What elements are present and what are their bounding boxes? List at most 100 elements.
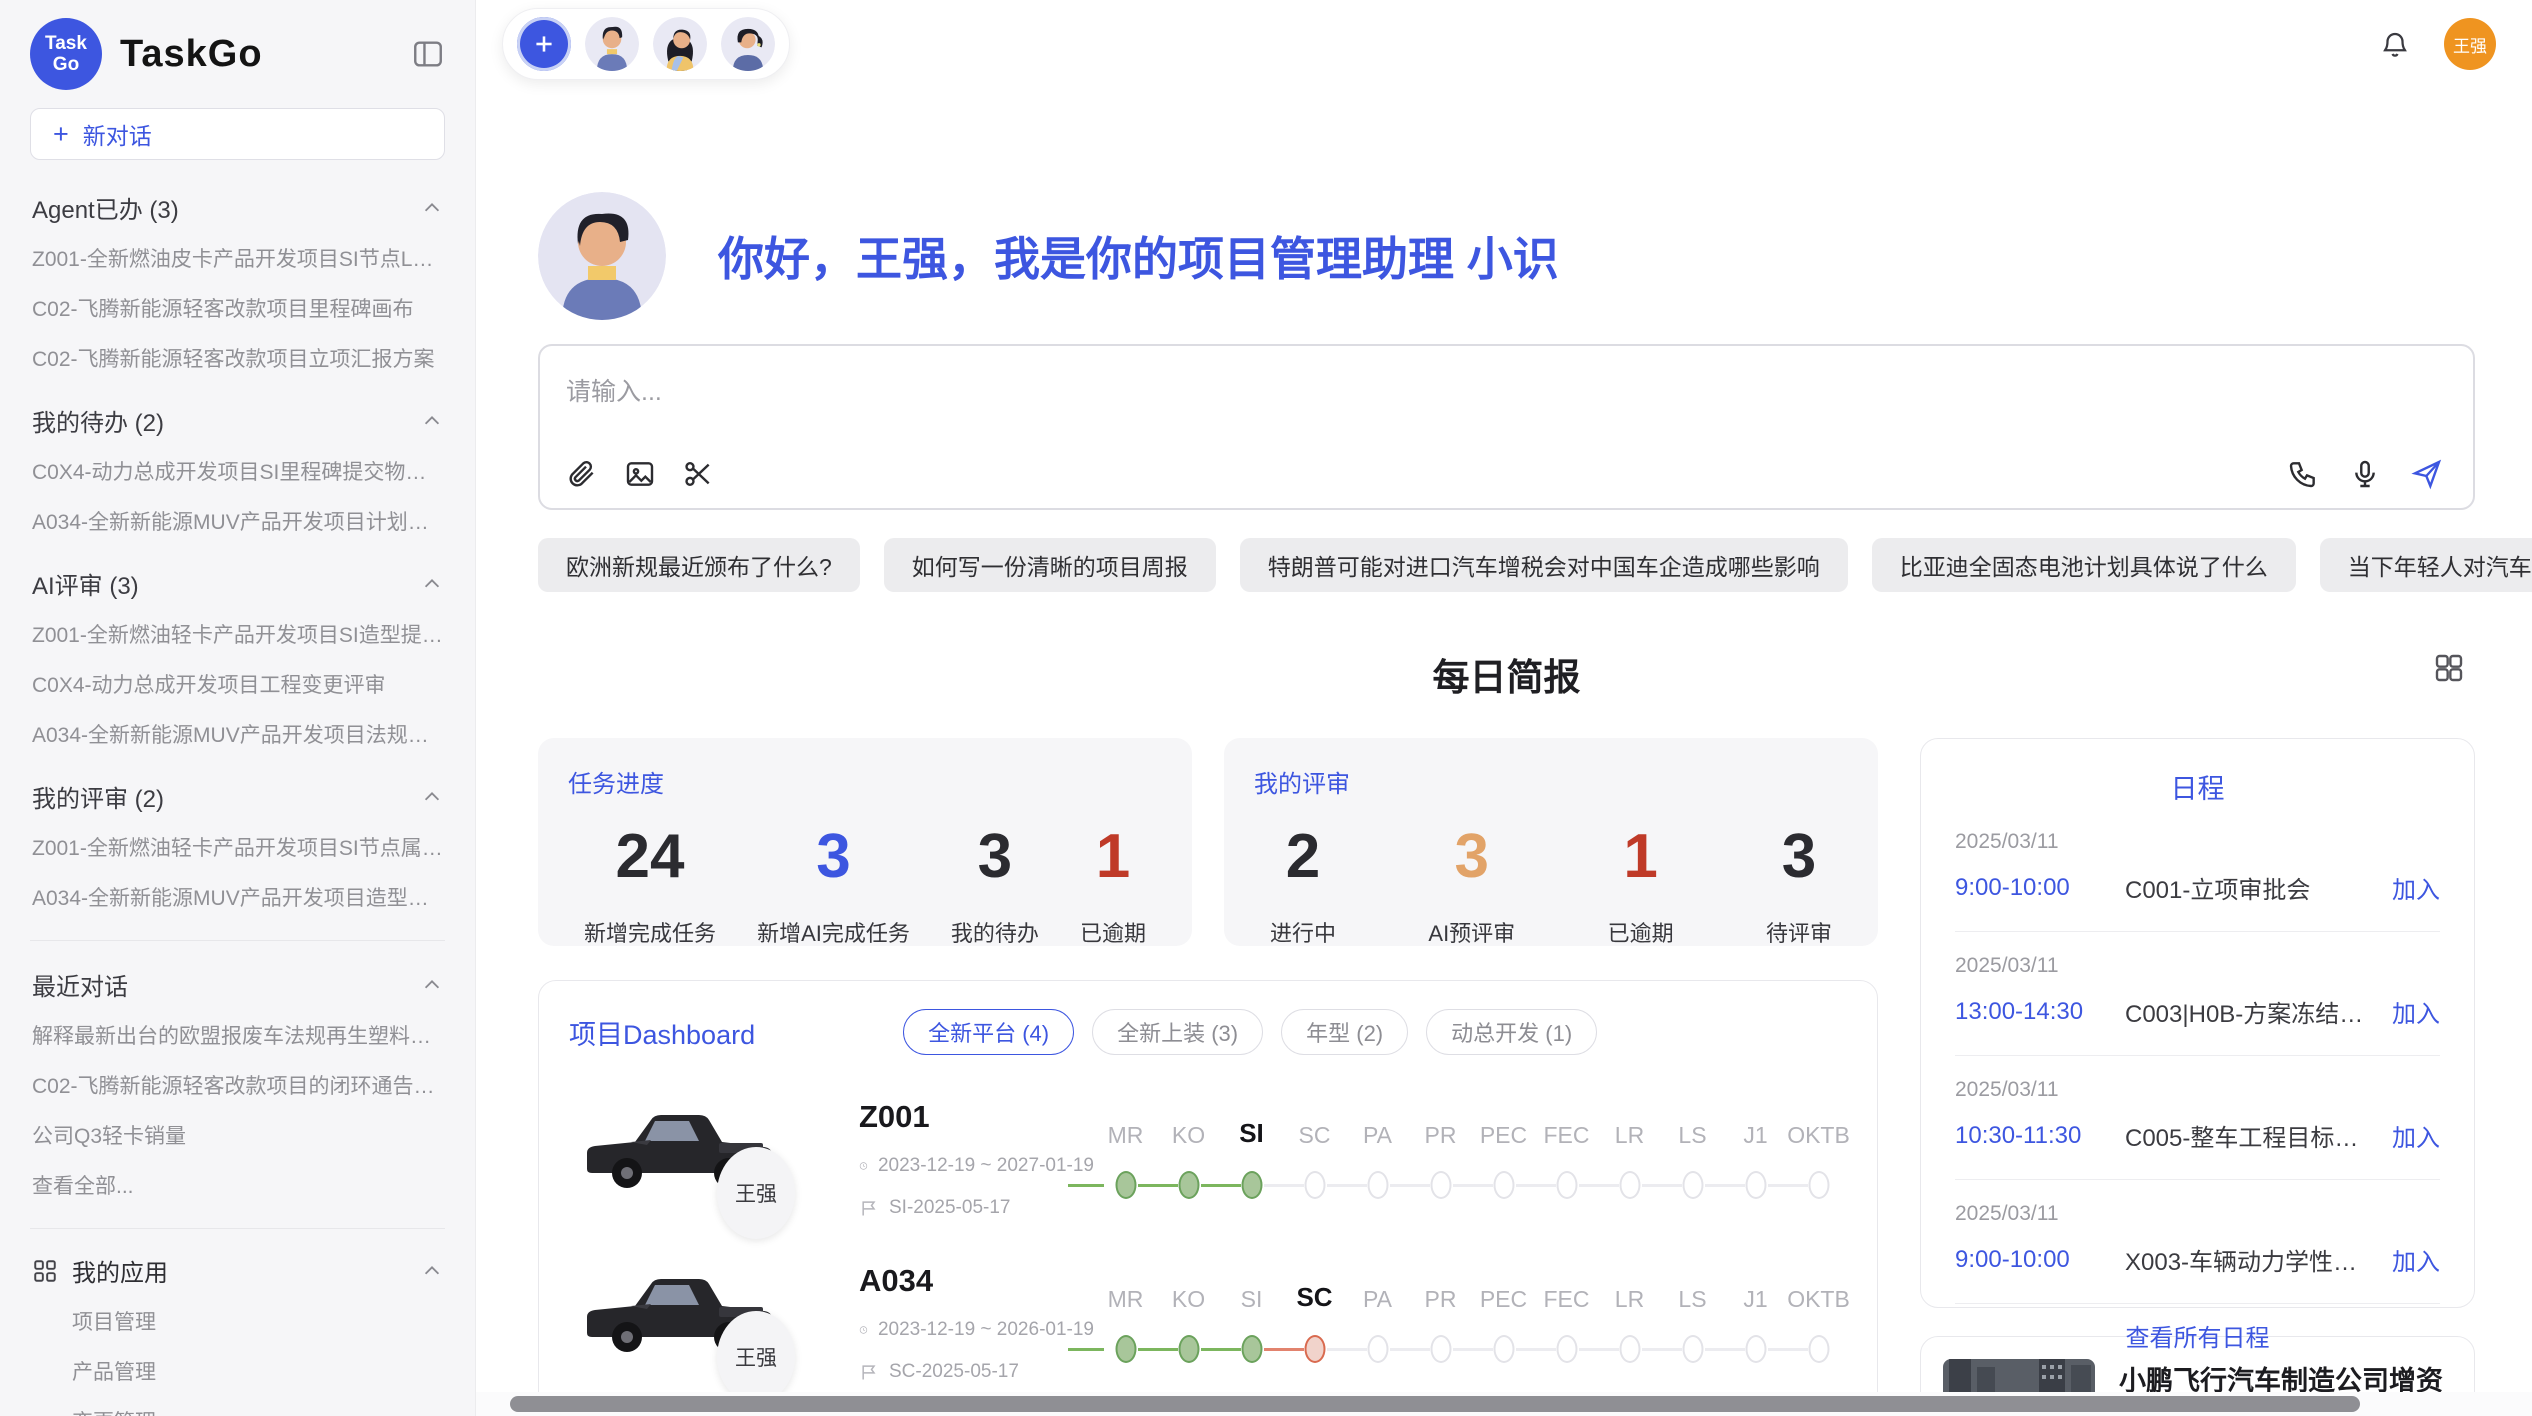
- sidebar-item[interactable]: A034-全新新能源MUV产品开发项目造型可行性评审: [30, 872, 445, 922]
- horizontal-scrollbar-track[interactable]: [476, 1392, 2532, 1416]
- project-info: A034 2023-12-19 ~ 2026-01-19 SC-2025-05-…: [859, 1261, 1094, 1383]
- clock-icon: [859, 1320, 868, 1340]
- milestone-label: SC: [1296, 1277, 1332, 1313]
- tab-all-new-platform[interactable]: 全新平台 (4): [903, 1009, 1074, 1055]
- phone-icon[interactable]: [2287, 458, 2319, 490]
- stat-label: 新增AI完成任务: [757, 916, 910, 948]
- section-title: Agent已办 (3): [32, 190, 179, 225]
- suggestion-chip[interactable]: 特朗普可能对进口汽车增税会对中国车企造成哪些影响: [1240, 538, 1848, 592]
- suggestion-chip[interactable]: 当下年轻人对汽车外观有怎样的喜好趋势: [2320, 538, 2532, 592]
- sidebar-collapse-icon[interactable]: [411, 37, 445, 71]
- topbar: 王强: [476, 0, 2532, 80]
- milestone-connector: [1516, 1348, 1556, 1351]
- agent-avatar-3[interactable]: [721, 17, 775, 71]
- tab-model-year[interactable]: 年型 (2): [1281, 1009, 1408, 1055]
- sidebar-item[interactable]: C0X4-动力总成开发项目SI里程碑提交物检查: [30, 446, 445, 496]
- section-my-todo[interactable]: 我的待办 (2): [30, 383, 445, 446]
- milestone-label: J1: [1743, 1277, 1767, 1313]
- milestone-label: SC: [1299, 1113, 1331, 1149]
- suggestion-chip[interactable]: 欧洲新规最近颁布了什么?: [538, 538, 860, 592]
- recent-chat-item[interactable]: 解释最新出台的欧盟报废车法规再生塑料比例被调至15%...: [30, 1010, 445, 1060]
- sidebar-item[interactable]: Z001-全新燃油轻卡产品开发项目SI节点属性5D文件评审: [30, 822, 445, 872]
- chevron-up-icon: [421, 786, 443, 808]
- layout-grid-icon[interactable]: [2433, 652, 2465, 684]
- milestone-connector: [1390, 1348, 1430, 1351]
- sidebar-item[interactable]: Z001-全新燃油轻卡产品开发项目SI造型提交物评审: [30, 609, 445, 659]
- new-chat-button[interactable]: + 新对话: [30, 108, 445, 160]
- milestone-dot: [1115, 1335, 1136, 1363]
- recent-chat-item[interactable]: C02-飞腾新能源轻客改款项目的闭环通告反馈情况: [30, 1060, 445, 1110]
- project-dates: 2023-12-19 ~ 2027-01-19: [859, 1155, 1094, 1177]
- project-row[interactable]: 王强 A034 2023-12-19 ~ 2026-01-19 SC-2025-…: [569, 1261, 1847, 1383]
- agent-avatar-2[interactable]: [653, 17, 707, 71]
- card-title: 任务进度: [568, 764, 1162, 799]
- microphone-icon[interactable]: [2349, 458, 2381, 490]
- join-link[interactable]: 加入: [2392, 994, 2440, 1029]
- recent-chat-item[interactable]: 公司Q3轻卡销量: [30, 1110, 445, 1160]
- join-link[interactable]: 加入: [2392, 870, 2440, 905]
- project-flag-text: SC-2025-05-17: [889, 1361, 1019, 1383]
- project-filter-tabs: 全新平台 (4) 全新上装 (3) 年型 (2) 动总开发 (1): [903, 1009, 1597, 1055]
- sidebar-item[interactable]: C02-飞腾新能源轻客改款项目立项汇报方案: [30, 333, 445, 383]
- app-item-product-mgmt[interactable]: 产品管理: [30, 1346, 445, 1396]
- project-dashboard-card: 项目Dashboard 全新平台 (4) 全新上装 (3) 年型 (2) 动总开…: [538, 980, 1878, 1416]
- section-agent-done[interactable]: Agent已办 (3): [30, 170, 445, 233]
- project-date-range: 2023-12-19 ~ 2026-01-19: [878, 1319, 1094, 1341]
- section-my-apps[interactable]: 我的应用: [30, 1235, 445, 1296]
- milestone-dot: [1430, 1335, 1451, 1363]
- app-item-project-mgmt[interactable]: 项目管理: [30, 1296, 445, 1346]
- milestone-label: LS: [1678, 1277, 1706, 1313]
- dashboard-columns: 任务进度 24 新增完成任务 3 新增AI完成任务 3: [538, 738, 2475, 1416]
- section-title: AI评审 (3): [32, 566, 139, 601]
- clock-icon: [859, 1156, 868, 1176]
- milestone-dot: [1241, 1171, 1262, 1199]
- send-icon[interactable]: [2411, 458, 2443, 490]
- message-composer[interactable]: 请输入...: [538, 344, 2475, 510]
- notification-bell-icon[interactable]: [2380, 29, 2410, 59]
- join-link[interactable]: 加入: [2392, 1118, 2440, 1153]
- stat-label: 已逾期: [1080, 916, 1146, 948]
- horizontal-scrollbar-thumb[interactable]: [510, 1396, 2360, 1412]
- chevron-up-icon: [421, 974, 443, 996]
- add-agent-button[interactable]: [517, 17, 571, 71]
- main-area: 王强 你好，王强，我是你的项目管理助理 小识 请输入...: [476, 0, 2532, 1416]
- schedule-title: 日程: [1955, 761, 2440, 808]
- sidebar: Task Go TaskGo + 新对话 Agent已办 (3) Z001-全新…: [0, 0, 476, 1416]
- milestone-connector: [1264, 1184, 1304, 1187]
- sidebar-item[interactable]: A034-全新新能源MUV产品开发项目法规符合性评审: [30, 709, 445, 759]
- milestone-connector: [1390, 1184, 1430, 1187]
- sidebar-item[interactable]: Z001-全新燃油皮卡产品开发项目SI节点Lesson Learn报告: [30, 233, 445, 283]
- suggestion-chip[interactable]: 比亚迪全固态电池计划具体说了什么: [1872, 538, 2296, 592]
- stat-label: 进行中: [1270, 916, 1336, 948]
- view-all-chats-link[interactable]: 查看全部...: [30, 1160, 445, 1210]
- image-icon[interactable]: [624, 458, 656, 490]
- sidebar-item[interactable]: A034-全新新能源MUV产品开发项目计划变更表编写: [30, 496, 445, 546]
- milestone-label: PEC: [1480, 1113, 1527, 1149]
- agent-avatar-1[interactable]: [585, 17, 639, 71]
- app-item-change-mgmt[interactable]: 变更管理: [30, 1396, 445, 1416]
- project-flag-milestone: SI-2025-05-17: [859, 1197, 1094, 1219]
- attachment-icon[interactable]: [566, 458, 598, 490]
- milestone-connector: [1201, 1348, 1241, 1351]
- schedule-time: 13:00-14:30: [1955, 998, 2125, 1026]
- card-title: 我的评审: [1254, 764, 1848, 799]
- tab-new-body[interactable]: 全新上装 (3): [1092, 1009, 1263, 1055]
- suggestion-chip[interactable]: 如何写一份清晰的项目周报: [884, 538, 1216, 592]
- tab-powertrain-dev[interactable]: 动总开发 (1): [1426, 1009, 1597, 1055]
- scissors-icon[interactable]: [682, 458, 714, 490]
- user-avatar[interactable]: 王强: [2444, 18, 2496, 70]
- section-ai-review[interactable]: AI评审 (3): [30, 546, 445, 609]
- flag-icon: [859, 1198, 879, 1218]
- project-row[interactable]: 王强 Z001 2023-12-19 ~ 2027-01-19 SI-2025-…: [569, 1097, 1847, 1219]
- section-recent-chats[interactable]: 最近对话: [30, 947, 445, 1010]
- task-progress-card: 任务进度 24 新增完成任务 3 新增AI完成任务 3: [538, 738, 1192, 946]
- left-column: 任务进度 24 新增完成任务 3 新增AI完成任务 3: [538, 738, 1878, 1416]
- view-all-schedule-link[interactable]: 查看所有日程: [1955, 1304, 2440, 1359]
- section-my-review[interactable]: 我的评审 (2): [30, 759, 445, 822]
- new-chat-label: 新对话: [83, 117, 152, 151]
- chevron-up-icon: [421, 573, 443, 595]
- sidebar-item[interactable]: C02-飞腾新能源轻客改款项目里程碑画布: [30, 283, 445, 333]
- join-link[interactable]: 加入: [2392, 1242, 2440, 1277]
- sidebar-item[interactable]: C0X4-动力总成开发项目工程变更评审: [30, 659, 445, 709]
- app-title: TaskGo: [120, 33, 393, 76]
